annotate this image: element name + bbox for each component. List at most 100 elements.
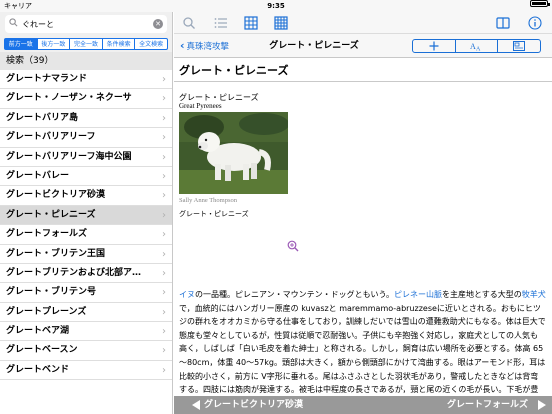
- headword-en: Great Pyrenees: [179, 102, 222, 110]
- chevron-right-icon: ›: [162, 345, 166, 357]
- font-size-button[interactable]: A A: [454, 40, 498, 52]
- list-item-label: グレートベア湖: [6, 326, 70, 337]
- list-item-label: グレートバレー: [6, 170, 70, 181]
- list-item-label: グレートフォールズ: [6, 229, 88, 240]
- grid-icon[interactable]: [274, 16, 288, 30]
- main-pane: ‹ 真珠湾攻撃 グレート・ピレニーズ A A グレート・ピレニーズ グレート・ピ…: [174, 12, 552, 414]
- chevron-right-icon: ›: [162, 170, 166, 182]
- chevron-right-icon: ›: [162, 209, 166, 221]
- chevron-right-icon: ›: [162, 151, 166, 163]
- entry-title: グレート・ピレニーズ: [174, 58, 552, 82]
- search-mode-button[interactable]: 前方一致: [4, 38, 38, 50]
- previous-entry-link[interactable]: グレートビクトリア砂漠: [204, 396, 303, 414]
- photo-credit: Sally Anne Thompson: [179, 197, 238, 204]
- svg-text:A: A: [476, 47, 481, 52]
- clear-icon[interactable]: ✕: [153, 19, 163, 29]
- previous-arrow-icon[interactable]: [192, 400, 200, 410]
- body-text-segment: の一品種。ピレニアン・マウンテン・ドッグともいう。: [195, 290, 395, 299]
- list-item[interactable]: グレートビクトリア砂漠 ›: [0, 186, 172, 206]
- list-item[interactable]: グレートバレー ›: [0, 166, 172, 187]
- book-icon[interactable]: [496, 16, 510, 30]
- list-item-label: グレート・ノーザン・ネクーサ: [6, 93, 132, 104]
- list-item-label: グレートバリア島: [6, 112, 79, 123]
- list-item[interactable]: グレートブリテンおよび北部ア… ›: [0, 263, 172, 284]
- nav-title: グレート・ピレニーズ: [269, 41, 359, 51]
- battery-icon: [530, 0, 550, 7]
- view-options: A A: [412, 39, 541, 53]
- list-item[interactable]: グレートナマランド ›: [0, 70, 172, 90]
- photo-caption: グレート・ピレニーズ: [179, 210, 249, 218]
- next-entry-link[interactable]: グレートフォールズ: [447, 396, 528, 414]
- search-mode-button[interactable]: 完全一致: [70, 38, 103, 50]
- next-arrow-icon[interactable]: [538, 400, 546, 410]
- list-item[interactable]: グレートバリアリーフ ›: [0, 128, 172, 148]
- back-button[interactable]: ‹ 真珠湾攻撃: [180, 34, 229, 59]
- cross-reference-link[interactable]: ピレネー山脈: [394, 290, 442, 299]
- battery-fill: [532, 2, 546, 5]
- search-input[interactable]: [22, 17, 152, 31]
- search-box[interactable]: ✕: [5, 15, 167, 33]
- list-item-label: グレートビクトリア砂漠: [6, 190, 106, 201]
- cross-reference-link[interactable]: 牧羊犬: [522, 290, 546, 299]
- search-mode-button[interactable]: 条件検索: [102, 38, 136, 50]
- list-item-label: グレート・ブリテン号: [6, 287, 97, 298]
- battery-indicator: [530, 0, 550, 7]
- chevron-right-icon: ›: [162, 74, 166, 85]
- dog-photo[interactable]: [179, 112, 288, 194]
- search-mode-button[interactable]: 全文検索: [135, 38, 168, 50]
- chevron-right-icon: ›: [162, 132, 166, 144]
- list-item[interactable]: グレート・ブリテン号 ›: [0, 283, 172, 303]
- list-item-label: グレートブリテンおよび北部ア…: [6, 267, 142, 278]
- plus-icon: [429, 41, 439, 51]
- font-size-icon: A A: [470, 42, 481, 52]
- bottom-nav-bar: グレートビクトリア砂漠 グレートフォールズ: [174, 396, 552, 414]
- article-content: グレート・ピレニーズ グレート・ピレニーズ Great Pyrenees Sal…: [174, 58, 552, 408]
- list-item-label: グレート・ブリテン王国: [6, 248, 106, 259]
- list-item[interactable]: グレートフォールズ ›: [0, 225, 172, 245]
- list-item[interactable]: グレート・ノーザン・ネクーサ ›: [0, 89, 172, 109]
- body-text-segment: で，血統的にはハンガリー原産の kuvaszと maremmamo-abruzz…: [179, 303, 546, 408]
- note-button[interactable]: [497, 40, 540, 52]
- note-icon: [513, 41, 526, 51]
- chevron-right-icon: ›: [162, 248, 166, 260]
- back-label: 真珠湾攻撃: [186, 42, 230, 52]
- status-bar: キャリア 9:35: [0, 0, 552, 12]
- search-mode-button[interactable]: 後方一致: [37, 38, 71, 50]
- chevron-right-icon: ›: [162, 267, 166, 279]
- list-item-label: グレートプレーンズ: [6, 306, 87, 317]
- list-item-label: グレート・ピレニーズ: [6, 209, 96, 220]
- zoom-icon[interactable]: [287, 240, 299, 252]
- list-icon[interactable]: [214, 16, 228, 30]
- top-toolbar: [174, 12, 552, 34]
- chevron-right-icon: ›: [162, 190, 166, 202]
- add-bookmark-button[interactable]: [413, 40, 455, 52]
- chevron-right-icon: ›: [162, 229, 166, 241]
- list-item-label: グレートナマランド: [6, 74, 88, 84]
- nav-bar: ‹ 真珠湾攻撃 グレート・ピレニーズ A A: [174, 34, 552, 58]
- search-icon[interactable]: [182, 16, 196, 30]
- info-icon[interactable]: [528, 16, 542, 30]
- list-item-label: グレートバリアリーフ海中公園: [6, 151, 132, 162]
- chevron-right-icon: ›: [162, 287, 166, 299]
- list-item[interactable]: グレートベンド ›: [0, 360, 172, 381]
- list-item[interactable]: グレート・ブリテン王国 ›: [0, 244, 172, 264]
- results-header: 検索（39）: [0, 52, 172, 70]
- table-icon[interactable]: [244, 16, 258, 30]
- chevron-left-icon: ‹: [180, 39, 185, 52]
- clock: 9:35: [267, 2, 285, 10]
- list-item-label: グレートベースン: [6, 345, 78, 356]
- great-pyrenees-image: [179, 112, 288, 194]
- list-item[interactable]: グレートバリアリーフ海中公園 ›: [0, 147, 172, 167]
- list-item[interactable]: グレートベア湖 ›: [0, 322, 172, 342]
- list-item[interactable]: グレートベースン ›: [0, 341, 172, 361]
- list-item[interactable]: グレート・ピレニーズ ›: [0, 205, 172, 226]
- list-item-label: グレートバリアリーフ: [6, 132, 96, 143]
- list-item[interactable]: グレートバリア島 ›: [0, 108, 172, 129]
- result-list: グレートナマランド › グレート・ノーザン・ネクーサ › グレートバリア島 › グレートバリ…: [0, 70, 172, 381]
- headword-ja: グレート・ピレニーズ: [179, 93, 259, 102]
- chevron-right-icon: ›: [162, 112, 166, 124]
- cross-reference-link[interactable]: イヌ: [179, 290, 195, 299]
- search-mode-selector: 前方一致 後方一致 完全一致 条件検索 全文検索: [0, 36, 172, 52]
- chevron-right-icon: ›: [162, 306, 166, 318]
- list-item[interactable]: グレートプレーンズ ›: [0, 302, 172, 323]
